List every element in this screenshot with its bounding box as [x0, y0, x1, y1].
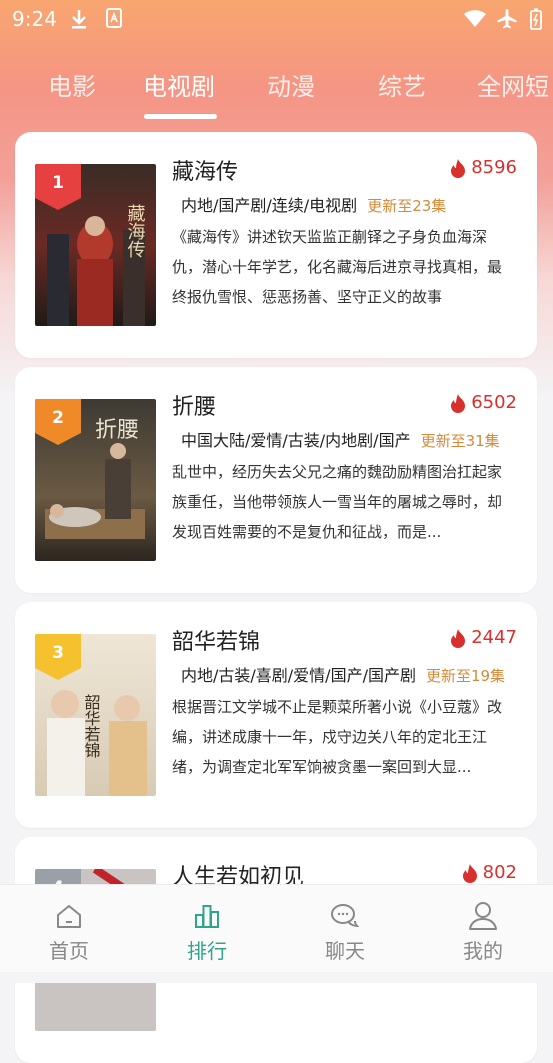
nav-ranking-label: 排行: [187, 939, 227, 963]
heat-value: 2447: [471, 627, 517, 648]
heat-value: 8596: [471, 157, 517, 178]
update-status: 更新至23集: [367, 197, 447, 215]
poster-image: 韶华若锦 3: [35, 634, 156, 796]
ranking-icon: [195, 905, 219, 928]
tab-tv-series[interactable]: 电视剧: [143, 67, 215, 102]
tab-short-drama[interactable]: 全网短: [477, 67, 549, 102]
ranking-item[interactable]: 韶华若锦 3 韶华若锦 2447 内地/古装/喜剧/爱情/国产/国产剧 更新至19…: [15, 602, 537, 828]
chat-icon: [331, 904, 360, 928]
item-meta: 中国大陆/爱情/古装/内地剧/国产 更新至31集: [181, 427, 521, 451]
nav-chat-label: 聊天: [325, 939, 365, 963]
user-icon: [469, 902, 497, 930]
tab-indicator: [144, 114, 217, 119]
category-tabs: 电影 电视剧 动漫 综艺 全网短: [0, 60, 553, 120]
flame-icon: [451, 158, 466, 178]
svg-text:藏海传: 藏海传: [125, 204, 146, 258]
nav-home[interactable]: 首页: [9, 885, 129, 973]
update-status: 更新至31集: [420, 432, 500, 450]
gesture-bar: [0, 972, 553, 983]
heat-count: 6502: [449, 392, 517, 413]
download-icon: [72, 10, 86, 29]
item-title: 韶华若锦: [172, 630, 261, 655]
heat-value: 6502: [471, 392, 517, 413]
item-description: 根据晋江文学城不止是颗菜所著小说《小豆蔻》改编，讲述成康十一年，戍守边关八年的定…: [172, 698, 503, 776]
item-tags: 内地/国产剧/连续/电视剧: [181, 196, 358, 215]
nav-home-label: 首页: [49, 939, 89, 963]
nav-ranking[interactable]: 排行: [147, 885, 267, 973]
heat-count: 8596: [449, 157, 517, 178]
item-title: 藏海传: [172, 160, 239, 185]
svg-text:折腰: 折腰: [95, 418, 139, 443]
ranking-item[interactable]: 藏海传 1 藏海传 8596 内地/国产剧/连续/电视剧 更新至23集 《藏海传》…: [15, 132, 537, 358]
heat-count: 802: [461, 862, 517, 883]
flame-icon: [462, 863, 477, 883]
item-meta: 内地/古装/喜剧/爱情/国产/国产剧 更新至19集: [181, 662, 521, 686]
home-icon: [57, 905, 81, 928]
tab-movie[interactable]: 电影: [48, 67, 96, 102]
app-notification-icon: [106, 8, 122, 28]
rank-badge: 3: [35, 634, 81, 680]
bottom-nav: 首页 排行 聊天 我的: [0, 884, 553, 973]
battery-icon: [530, 8, 542, 30]
rank-badge: 2: [35, 399, 81, 445]
svg-text:韶华若锦: 韶华若锦: [82, 694, 101, 758]
nav-chat[interactable]: 聊天: [285, 885, 405, 973]
rank-badge: 1: [35, 164, 81, 210]
nav-profile[interactable]: 我的: [423, 885, 543, 973]
tab-anime[interactable]: 动漫: [267, 67, 315, 102]
rank-number: 1: [52, 173, 64, 193]
status-time: 9:24: [12, 7, 57, 31]
flame-icon: [451, 628, 466, 648]
item-tags: 内地/古装/喜剧/爱情/国产/国产剧: [181, 666, 416, 685]
item-tags: 中国大陆/爱情/古装/内地剧/国产: [181, 431, 411, 450]
heat-count: 2447: [449, 627, 517, 648]
rank-number: 3: [52, 643, 64, 663]
rank-number: 2: [52, 408, 64, 428]
item-meta: 内地/国产剧/连续/电视剧 更新至23集: [181, 192, 521, 216]
poster-image: 藏海传 1: [35, 164, 156, 326]
status-bar: 9:24: [0, 0, 553, 38]
tab-variety[interactable]: 综艺: [378, 67, 426, 102]
airplane-icon: [497, 9, 517, 29]
item-description: 《藏海传》讲述钦天监监正蒯铎之子身负血海深仇，潜心十年学艺，化名藏海后进京寻找真…: [172, 228, 503, 306]
heat-value: 802: [482, 862, 517, 883]
flame-icon: [451, 393, 466, 413]
item-description: 乱世中，经历失去父兄之痛的魏劭励精图治扛起家族重任，当他带领族人一雪当年的屠城之…: [172, 463, 503, 541]
poster-image: 折腰 2: [35, 399, 156, 561]
update-status: 更新至19集: [425, 667, 506, 685]
wifi-icon: [464, 10, 486, 27]
nav-profile-label: 我的: [463, 939, 503, 963]
item-title: 折腰: [172, 395, 217, 420]
ranking-item[interactable]: 折腰 2 折腰 6502 中国大陆/爱情/古装/内地剧/国产 更新至31集 乱世中…: [15, 367, 537, 593]
